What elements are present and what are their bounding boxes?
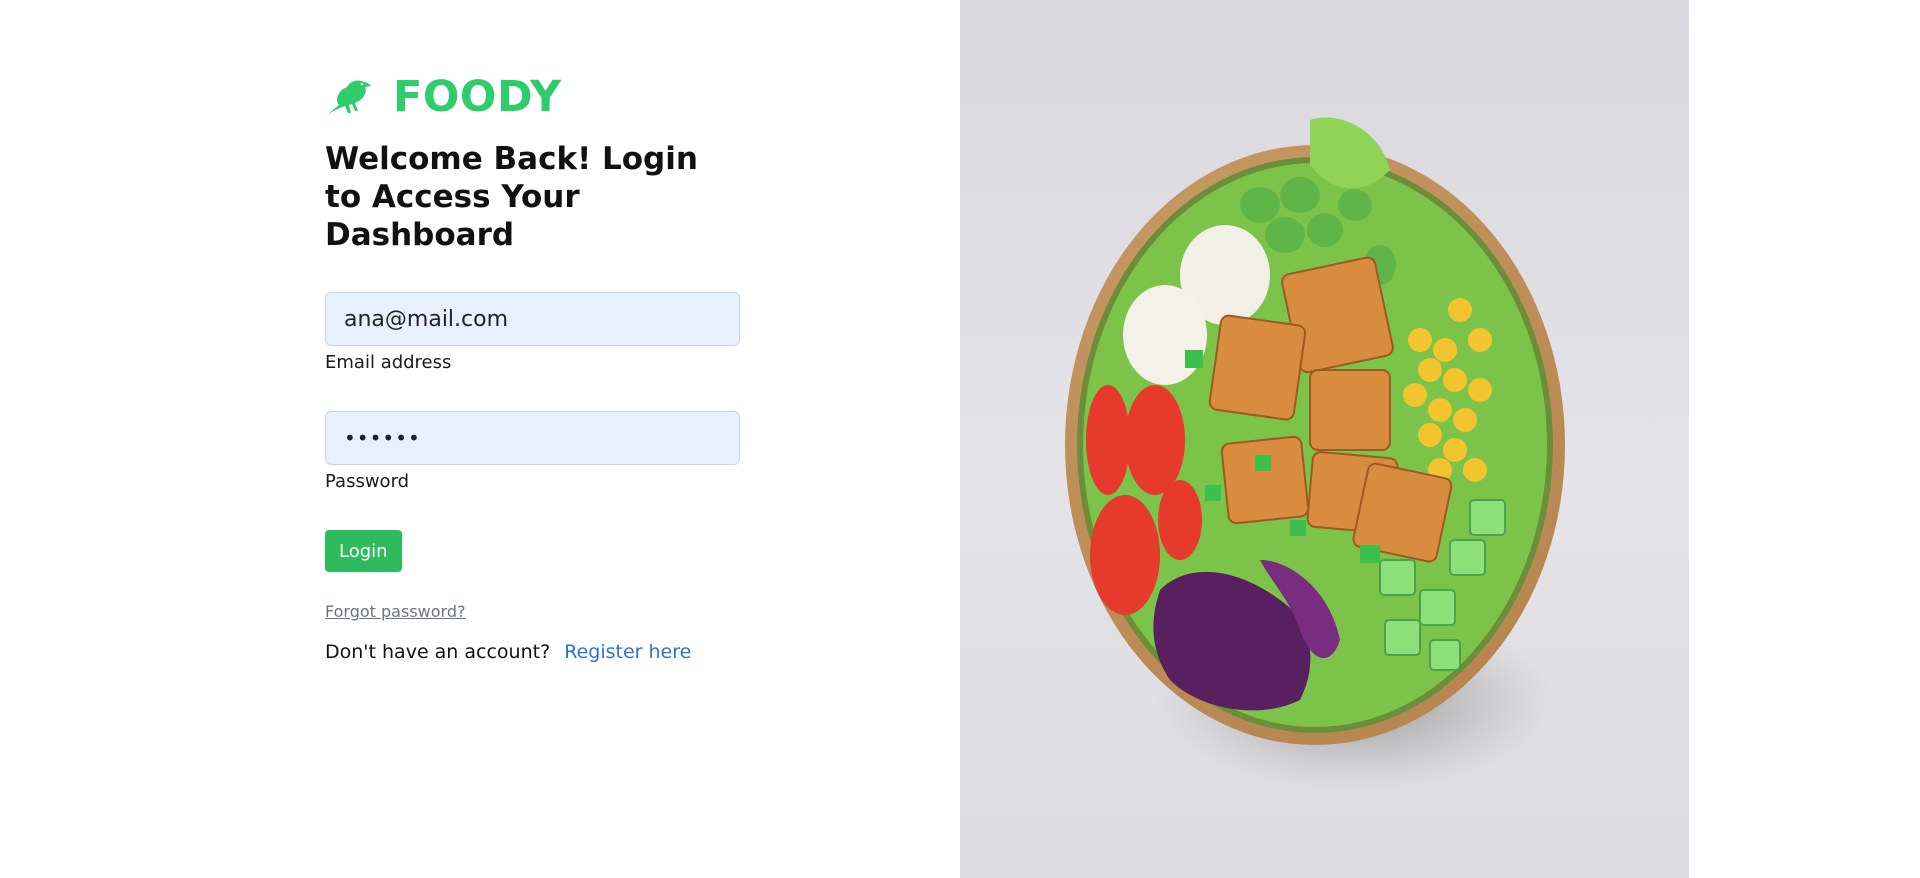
page-title: Welcome Back! Login to Access Your Dashb… (325, 141, 698, 253)
login-panel: FOODY Welcome Back! Login to Access Your… (0, 0, 960, 878)
register-row: Don't have an account? Register here (325, 641, 745, 663)
bird-icon (325, 77, 373, 117)
login-form: FOODY Welcome Back! Login to Access Your… (325, 70, 745, 663)
password-group: •••••• Password (325, 411, 745, 492)
register-prompt: Don't have an account? (325, 641, 551, 663)
email-label: Email address (325, 352, 452, 373)
register-link[interactable]: Register here (564, 641, 691, 663)
password-field[interactable]: •••••• (325, 411, 740, 465)
login-page: FOODY Welcome Back! Login to Access Your… (0, 0, 1920, 878)
password-label: Password (325, 471, 410, 492)
forgot-password-link[interactable]: Forgot password? (325, 602, 465, 621)
email-field[interactable]: ana@mail.com (325, 292, 740, 346)
email-group: ana@mail.com Email address (325, 292, 745, 373)
page-margin (1689, 0, 1920, 878)
brand-name: FOODY (393, 72, 562, 122)
brand[interactable]: FOODY (325, 70, 745, 124)
salad-bowl-image (960, 0, 1689, 878)
login-button[interactable]: Login (325, 530, 402, 572)
